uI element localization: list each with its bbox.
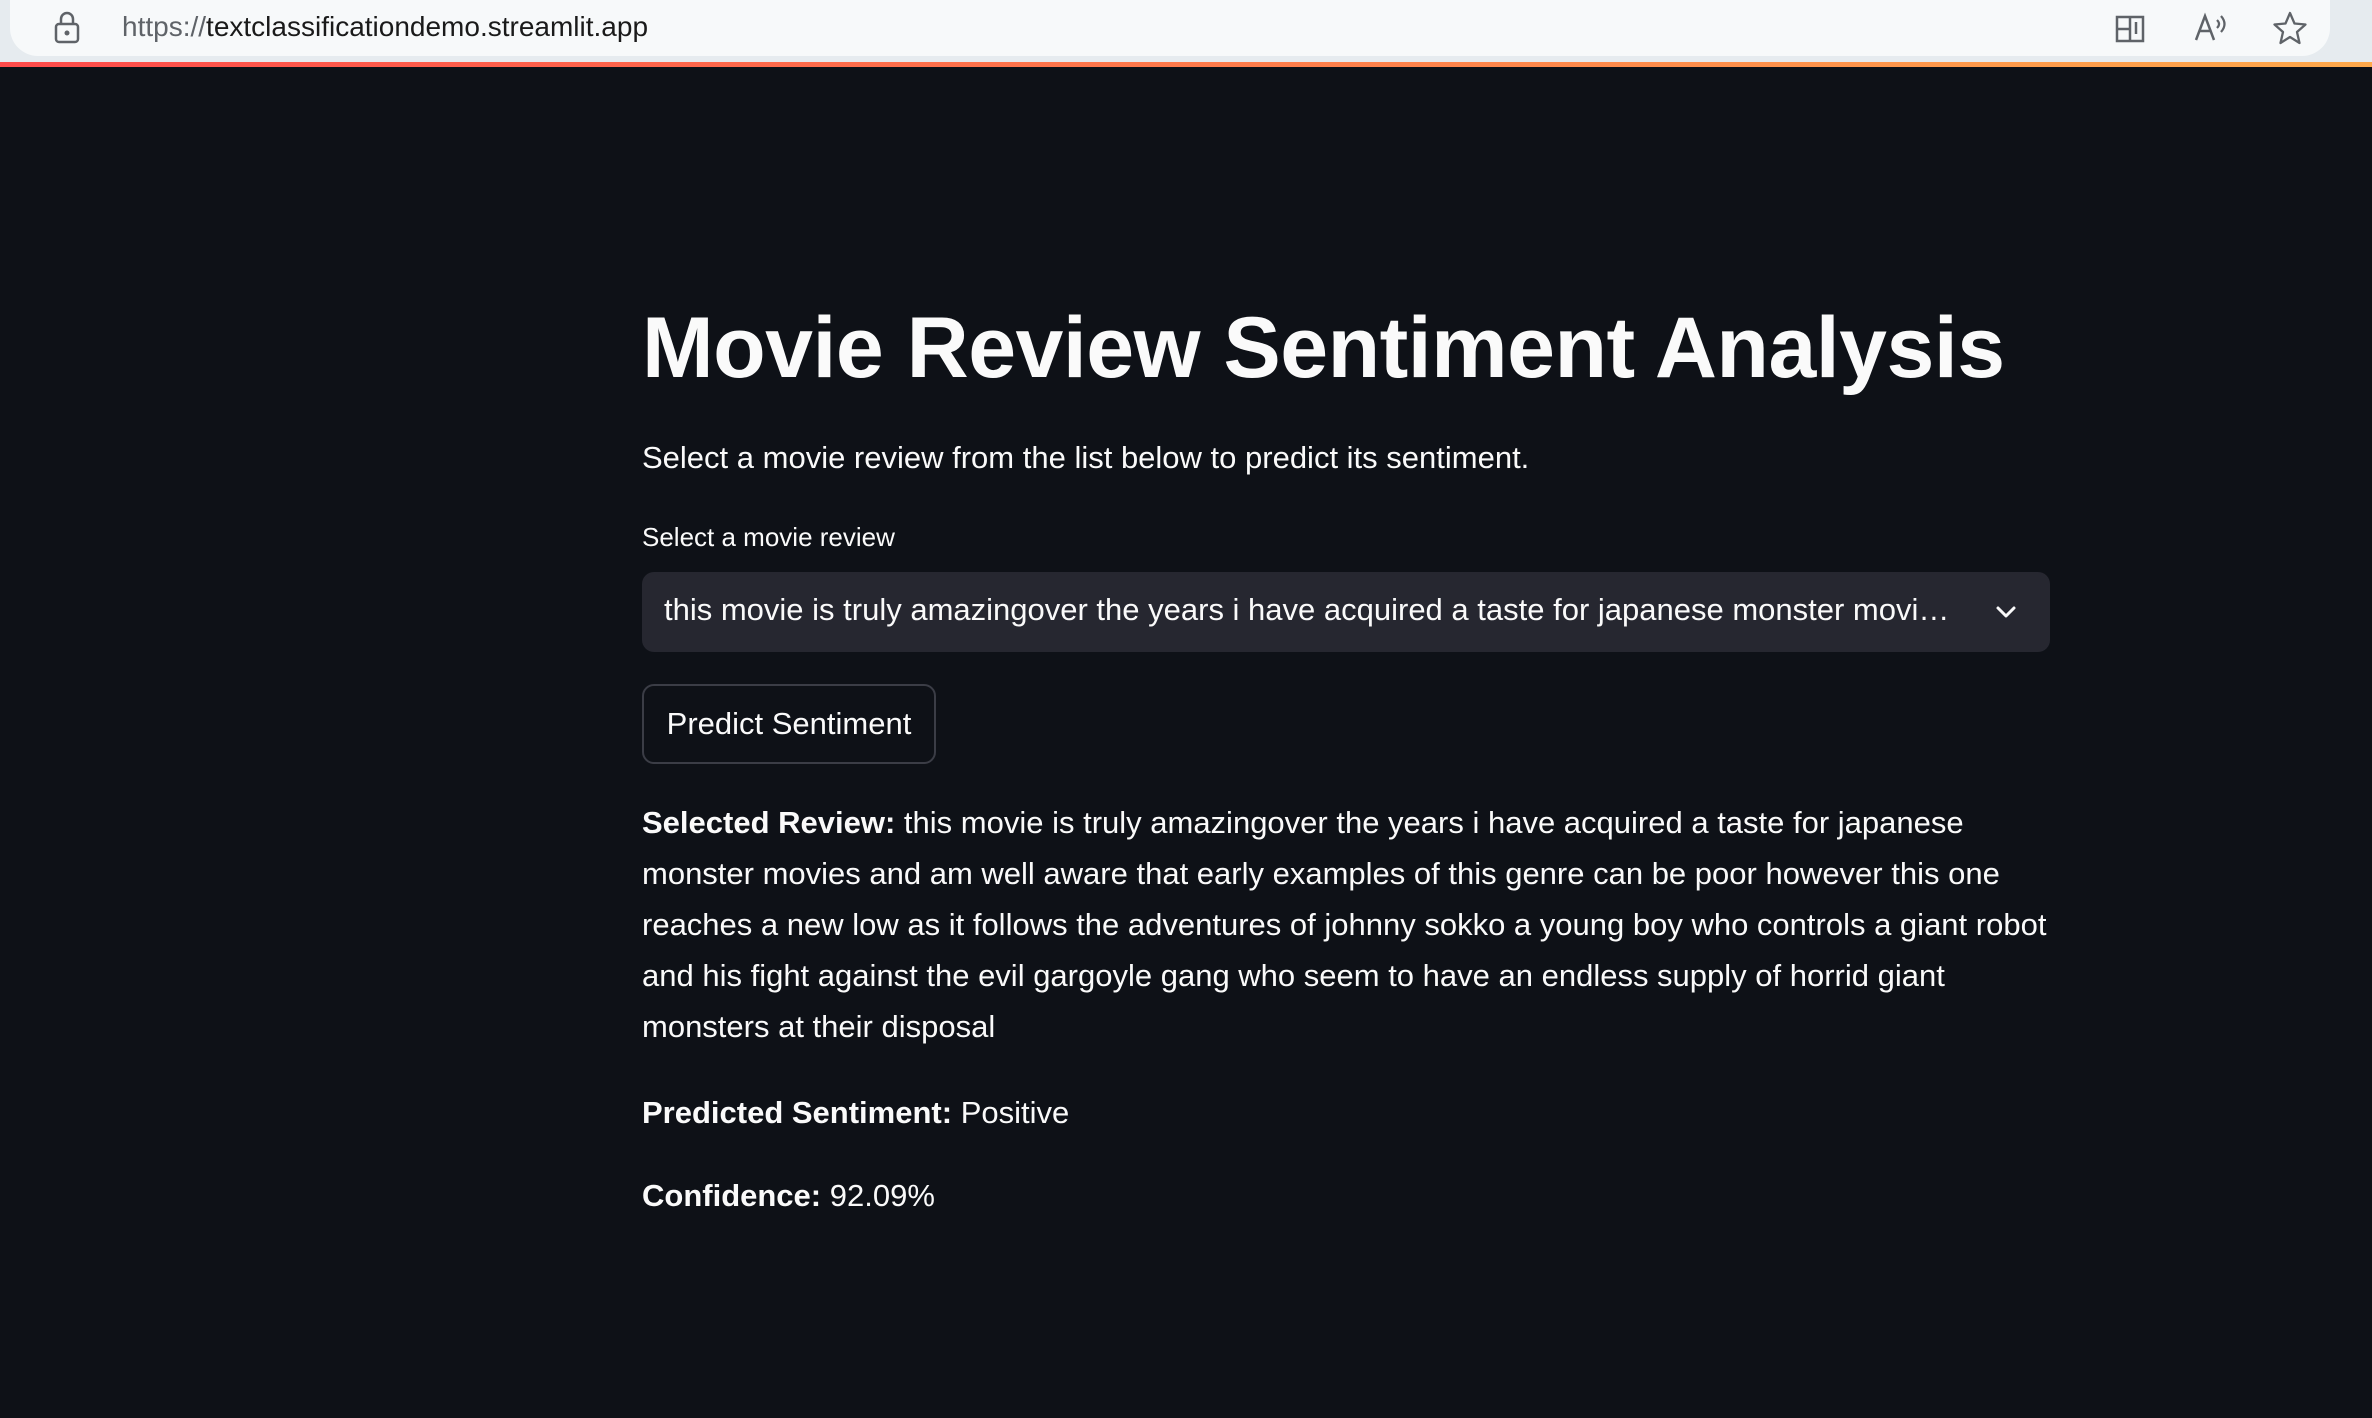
page-title: Movie Review Sentiment Analysis [642,300,2005,396]
lock-icon[interactable] [52,10,82,44]
url-host: textclassificationdemo.streamlit.app [206,11,649,42]
selected-review-value: this movie is truly amazingover the year… [642,805,2047,1044]
review-select[interactable]: this movie is truly amazingover the year… [642,572,2050,652]
selected-review-label: Selected Review: [642,805,896,840]
selected-review-text: Selected Review: this movie is truly ama… [642,797,2050,1052]
read-aloud-icon[interactable] [2190,8,2230,48]
address-bar[interactable]: https://textclassificationdemo.streamlit… [10,0,2330,56]
confidence: Confidence: 92.09% [642,1170,2050,1221]
confidence-value: 92.09% [829,1178,935,1213]
url-text[interactable]: https://textclassificationdemo.streamlit… [122,11,648,43]
page-description: Select a movie review from the list belo… [642,440,1530,475]
predicted-sentiment-label: Predicted Sentiment: [642,1095,953,1130]
predicted-sentiment: Predicted Sentiment: Positive [642,1087,2050,1138]
browser-toolbar: https://textclassificationdemo.streamlit… [0,0,2372,64]
predict-sentiment-button[interactable]: Predict Sentiment [642,684,936,764]
confidence-label: Confidence: [642,1178,822,1213]
chevron-down-icon[interactable] [1992,598,2020,626]
review-select-label: Select a movie review [642,522,895,552]
predicted-sentiment-value: Positive [960,1095,1070,1130]
split-screen-icon[interactable] [2110,8,2150,48]
review-select-value[interactable]: this movie is truly amazingover the year… [664,592,1954,628]
streamlit-app: Movie Review Sentiment Analysis Select a… [0,67,2372,1418]
url-scheme: https:// [122,11,207,42]
favorite-star-icon[interactable] [2270,8,2310,48]
